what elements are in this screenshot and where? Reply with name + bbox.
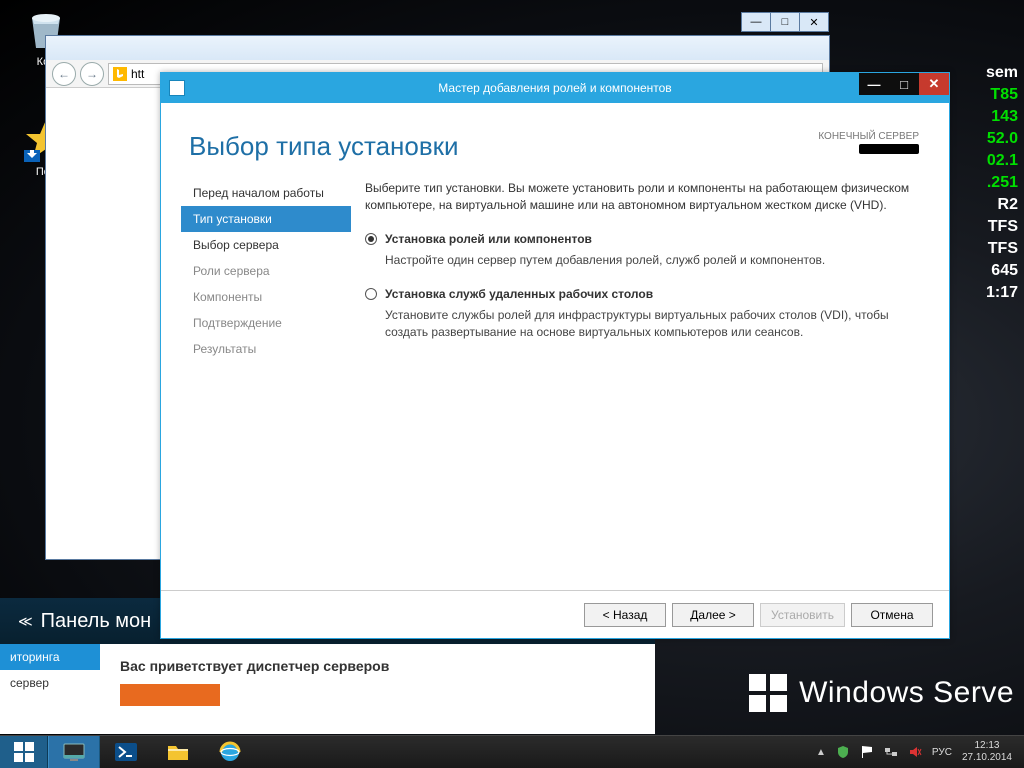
radio-icon[interactable] [365,288,377,300]
step-server-roles: Роли сервера [181,258,351,284]
sm-nav-server[interactable]: сервер [0,670,100,696]
tray-clock[interactable]: 12:13 27.10.2014 [962,740,1012,764]
option1-description: Настройте один сервер путем добавления р… [385,252,915,269]
flag-icon[interactable] [860,745,874,759]
step-server-select[interactable]: Выбор сервера [181,232,351,258]
option-rds-install[interactable]: Установка служб удаленных рабочих столов [365,286,915,303]
taskbar-server-manager[interactable] [48,736,100,768]
taskbar-powershell[interactable] [100,736,152,768]
bing-icon [113,67,127,81]
taskbar: ▲ РУС 12:13 27.10.2014 [0,735,1024,768]
wizard-heading: Выбор типа установки [189,131,459,162]
security-icon[interactable] [836,745,850,759]
wizard-minimize-button[interactable]: — [859,73,889,95]
ie-minimize-button[interactable]: — [741,12,771,32]
wizard-maximize-button[interactable]: □ [889,73,919,95]
wizard-app-icon [169,80,185,96]
wizard-steps-list: Перед началом работы Тип установки Выбор… [181,180,351,580]
volume-icon[interactable] [908,745,922,759]
next-button[interactable]: Далее > [672,603,754,627]
wizard-title-text: Мастер добавления ролей и компонентов [438,81,671,95]
wizard-close-button[interactable]: ✕ [919,73,949,95]
step-install-type[interactable]: Тип установки [181,206,351,232]
destination-server-label: КОНЕЧНЫЙ СЕРВЕР [818,131,919,157]
network-icon[interactable] [884,745,898,759]
step-features: Компоненты [181,284,351,310]
install-button: Установить [760,603,845,627]
ie-back-button[interactable]: ← [52,62,76,86]
step-results: Результаты [181,336,351,362]
tray-language[interactable]: РУС [932,747,952,758]
radio-icon[interactable] [365,233,377,245]
option-role-feature-install[interactable]: Установка ролей или компонентов [365,231,915,248]
taskbar-ie[interactable] [204,736,256,768]
start-button[interactable] [0,736,48,768]
cancel-button[interactable]: Отмена [851,603,933,627]
ie-maximize-button[interactable]: □ [770,12,800,32]
tray-up-icon[interactable]: ▲ [816,747,826,758]
step-confirmation: Подтверждение [181,310,351,336]
wizard-intro-text: Выберите тип установки. Вы можете устано… [365,180,915,215]
step-before-begin[interactable]: Перед началом работы [181,180,351,206]
ie-address-text: htt [131,67,144,81]
ie-forward-button[interactable]: → [80,62,104,86]
back-button[interactable]: < Назад [584,603,666,627]
sm-quickstart-tile[interactable] [120,684,220,706]
bginfo-overlay: sem T85 143 52.0 02.1 .251 R2 TFS TFS 64… [986,62,1018,304]
add-roles-wizard: Мастер добавления ролей и компонентов — … [160,72,950,639]
wizard-titlebar[interactable]: Мастер добавления ролей и компонентов — … [161,73,949,103]
sm-welcome-heading: Вас приветствует диспетчер серверов [120,658,635,674]
option2-description: Установите службы ролей для инфраструкту… [385,307,915,342]
windows-server-logo: Windows Serve [749,674,1014,712]
ie-close-button[interactable]: ✕ [799,12,829,32]
sm-nav-dashboard[interactable]: иторинга [0,644,100,670]
system-tray: ▲ РУС 12:13 27.10.2014 [816,736,1024,768]
desktop: Кор Пол sem T85 143 52.0 02.1 .251 R2 TF… [0,0,1024,768]
server-manager-panel: иторинга сервер Вас приветствует диспетч… [0,644,655,734]
taskbar-explorer[interactable] [152,736,204,768]
